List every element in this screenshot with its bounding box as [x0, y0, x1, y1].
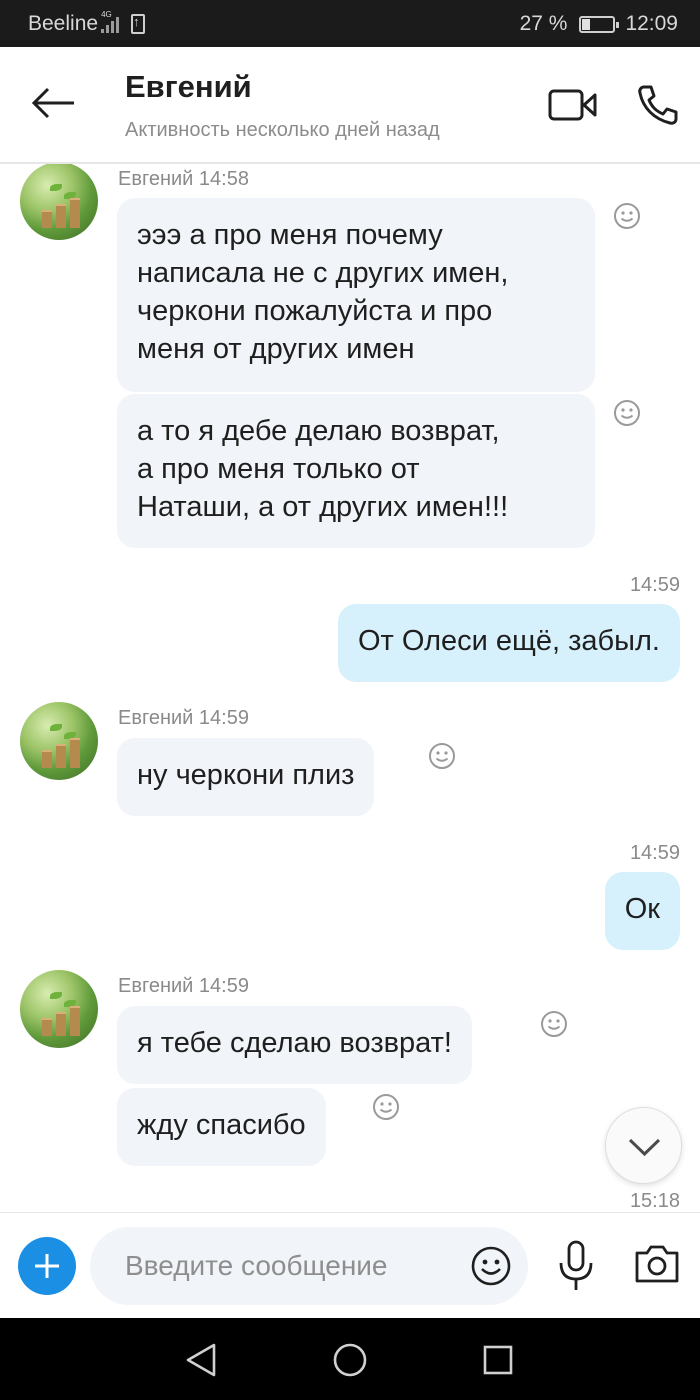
message-time: 14:59 — [629, 842, 680, 864]
battery-icon — [579, 15, 620, 33]
chevron-down-icon — [628, 1138, 661, 1157]
message-text: ну черкони плиз — [137, 759, 355, 791]
message-bubble-incoming[interactable]: я тебе сделаю возврат! — [117, 1006, 472, 1084]
emoji-icon — [471, 1246, 511, 1286]
emoji-reaction-icon[interactable] — [371, 1092, 401, 1122]
message-input[interactable] — [125, 1227, 455, 1305]
microphone-icon — [559, 1240, 593, 1290]
camera-icon — [635, 1245, 679, 1283]
battery-percent: 27 % — [519, 12, 568, 35]
message-time: 14:59 — [629, 574, 680, 596]
message-bubble-incoming[interactable]: а то я дебе делаю возврат, а про меня то… — [117, 394, 595, 548]
message-time: 15:18 — [629, 1190, 680, 1212]
message-text: От Олеси ещё, забыл. — [357, 625, 660, 657]
plus-icon — [35, 1254, 59, 1278]
status-bar: Beeline 4G 27 % 12:09 — [0, 0, 700, 47]
emoji-reaction-icon[interactable] — [427, 741, 457, 771]
contact-name[interactable]: Евгений — [125, 69, 252, 105]
emoji-button[interactable] — [470, 1245, 512, 1287]
message-text: эээ а про меня почему написала не с друг… — [137, 219, 509, 365]
message-text: Ок — [624, 893, 660, 925]
circle-home-icon — [333, 1343, 367, 1377]
clock: 12:09 — [625, 12, 678, 35]
carrier-name: Beeline — [28, 12, 99, 35]
phone-call-icon — [638, 85, 678, 125]
scroll-to-bottom-button[interactable] — [605, 1107, 682, 1184]
voice-message-button[interactable] — [556, 1239, 596, 1293]
system-home-button[interactable] — [332, 1342, 368, 1378]
message-composer — [0, 1212, 700, 1318]
system-nav-bar — [0, 1318, 700, 1400]
message-input-wrapper — [90, 1227, 528, 1305]
phone-call-button[interactable] — [636, 83, 678, 127]
emoji-reaction-icon[interactable] — [612, 398, 642, 428]
system-back-button[interactable] — [184, 1342, 218, 1378]
emoji-reaction-icon[interactable] — [539, 1009, 569, 1039]
square-recents-icon — [483, 1345, 513, 1375]
contact-avatar[interactable] — [20, 164, 98, 240]
message-text: я тебе сделаю возврат! — [137, 1027, 452, 1059]
contact-status: Активность несколько дней назад — [125, 119, 440, 141]
sender-timestamp: Евгений 14:59 — [118, 975, 249, 997]
message-bubble-incoming[interactable]: ну черкони плиз — [117, 738, 375, 816]
system-recents-button[interactable] — [482, 1344, 514, 1376]
message-bubble-outgoing[interactable]: Ок — [604, 872, 680, 950]
message-bubble-outgoing[interactable]: От Олеси ещё, забыл. — [337, 604, 680, 682]
sender-timestamp: Евгений 14:58 — [118, 168, 249, 190]
message-text: а то я дебе делаю возврат, а про меня то… — [137, 415, 509, 523]
signal-icon: 4G — [101, 10, 120, 33]
triangle-back-icon — [186, 1343, 216, 1377]
message-bubble-incoming[interactable]: жду спасибо — [117, 1088, 326, 1166]
video-call-icon — [548, 89, 597, 121]
video-call-button[interactable] — [548, 87, 598, 123]
chat-header: Евгений Активность несколько дней назад — [0, 47, 700, 164]
emoji-reaction-icon[interactable] — [612, 201, 642, 231]
message-text: жду спасибо — [137, 1109, 306, 1141]
camera-button[interactable] — [633, 1243, 681, 1285]
message-bubble-incoming[interactable]: эээ а про меня почему написала не с друг… — [117, 198, 595, 392]
add-attachment-button[interactable] — [18, 1237, 76, 1295]
back-button[interactable] — [30, 83, 78, 123]
sender-timestamp: Евгений 14:59 — [118, 707, 249, 729]
upload-icon — [131, 14, 146, 34]
message-list[interactable]: Евгений 14:58 эээ а про меня почему напи… — [0, 164, 700, 1212]
back-arrow-icon — [31, 87, 74, 119]
contact-avatar[interactable] — [20, 970, 98, 1048]
contact-avatar[interactable] — [20, 702, 98, 780]
